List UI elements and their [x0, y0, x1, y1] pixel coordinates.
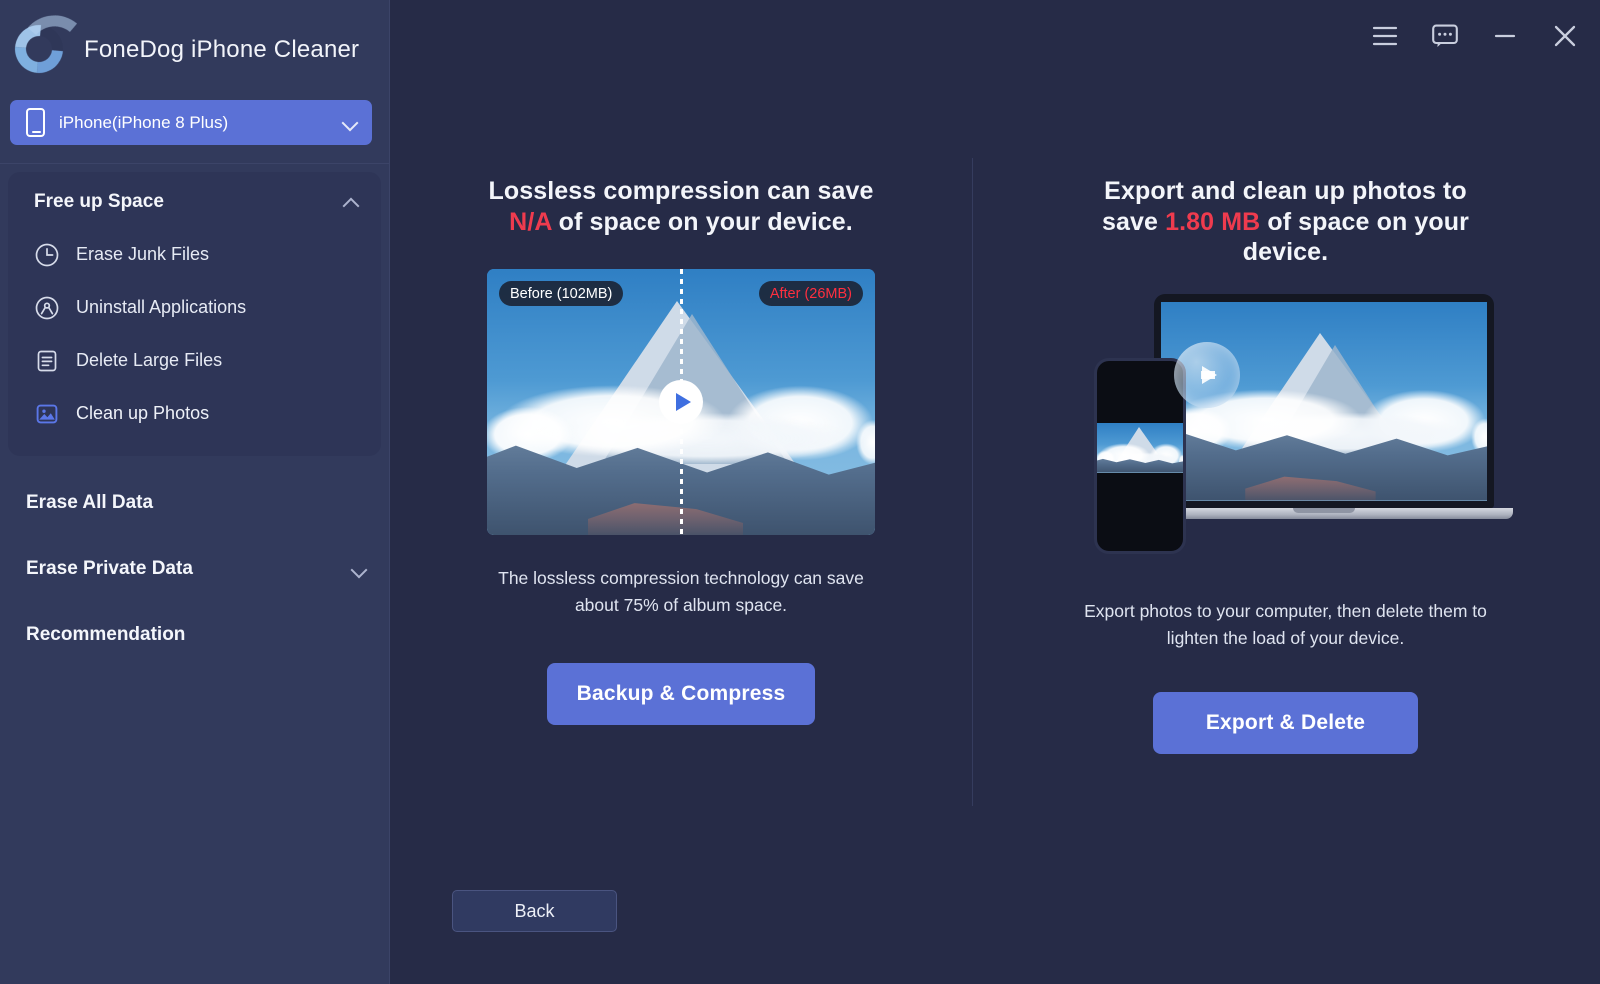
- sidebar-group-erase-all-data[interactable]: Erase All Data: [0, 470, 389, 536]
- sidebar: FoneDog iPhone Cleaner iPhone(iPhone 8 P…: [0, 0, 390, 984]
- panel-heading: Lossless compression can save N/A of spa…: [481, 176, 881, 237]
- sidebar-item-label: Erase Junk Files: [76, 244, 210, 264]
- sidebar-group-free-up-space: Free up Space Erase Junk Files Uninstall…: [8, 172, 381, 456]
- back-button[interactable]: Back: [452, 890, 617, 932]
- export-and-delete-button[interactable]: Export & Delete: [1153, 691, 1418, 754]
- panels-container: Lossless compression can save N/A of spa…: [390, 0, 1599, 860]
- sidebar-group-label: Erase Private Data: [26, 558, 193, 579]
- panel-heading-pre: Lossless compression can save: [488, 177, 874, 205]
- clock-icon: [34, 242, 60, 268]
- panel-heading-highlight: 1.80 MB: [1165, 207, 1261, 236]
- app-window: FoneDog iPhone Cleaner iPhone(iPhone 8 P…: [0, 0, 1600, 984]
- sidebar-item-label: Delete Large Files: [76, 350, 223, 370]
- fonedog-c-logo-icon: [5, 15, 73, 83]
- panel-description: The lossless compression technology can …: [498, 568, 864, 616]
- before-after-preview[interactable]: Before (102MB) After (26MB): [487, 269, 875, 535]
- panel-heading: Export and clean up photos to save 1.80 …: [1080, 176, 1492, 268]
- after-badge: After (26MB): [758, 281, 863, 306]
- sidebar-group-label: Recommendation: [26, 624, 186, 645]
- panel-heading-post: of space on your device.: [551, 207, 853, 236]
- sidebar-item-clean-up-photos[interactable]: Clean up Photos: [8, 387, 381, 440]
- sidebar-item-label: Clean up Photos: [76, 403, 210, 423]
- panel-export-and-clean: Export and clean up photos to save 1.80 …: [972, 0, 1599, 860]
- sidebar-group-header-free-up-space[interactable]: Free up Space: [8, 176, 381, 228]
- backup-and-compress-button[interactable]: Backup & Compress: [546, 663, 816, 726]
- document-lines-icon: [34, 348, 60, 374]
- device-selector[interactable]: iPhone(iPhone 8 Plus): [10, 100, 372, 145]
- app-title: FoneDog iPhone Cleaner: [84, 36, 360, 63]
- device-transfer-illustration: [1076, 288, 1513, 568]
- chevron-down-icon: [343, 115, 358, 130]
- sidebar-item-label: Uninstall Applications: [76, 297, 247, 317]
- sidebar-group-recommendation[interactable]: Recommendation: [0, 602, 389, 668]
- before-badge: Before (102MB): [499, 281, 624, 306]
- sidebar-divider: [0, 163, 389, 164]
- sidebar-group-label: Erase All Data: [26, 492, 154, 513]
- panel-description: Export photos to your computer, then del…: [1084, 600, 1487, 648]
- brand: FoneDog iPhone Cleaner: [0, 0, 389, 100]
- arrow-right-icon: [1173, 341, 1240, 408]
- panel-heading-post: of space on your device.: [1242, 207, 1469, 267]
- photo-icon: [34, 401, 60, 427]
- phone-illustration: [1093, 357, 1186, 554]
- sidebar-item-delete-large-files[interactable]: Delete Large Files: [8, 334, 381, 387]
- sidebar-item-erase-junk-files[interactable]: Erase Junk Files: [8, 228, 381, 281]
- play-icon[interactable]: [659, 380, 703, 424]
- main-content: Lossless compression can save N/A of spa…: [390, 0, 1600, 984]
- panel-heading-highlight: N/A: [509, 207, 552, 236]
- sidebar-group-erase-private-data[interactable]: Erase Private Data: [0, 536, 389, 602]
- chevron-down-icon[interactable]: [352, 562, 367, 577]
- panel-lossless-compression: Lossless compression can save N/A of spa…: [390, 0, 972, 860]
- device-selector-value: iPhone(iPhone 8 Plus): [59, 112, 229, 132]
- chevron-up-icon[interactable]: [344, 195, 359, 210]
- sidebar-item-uninstall-applications[interactable]: Uninstall Applications: [8, 281, 381, 334]
- app-uninstall-icon: [34, 295, 60, 321]
- sidebar-group-label: Free up Space: [34, 191, 164, 212]
- phone-icon: [26, 108, 45, 137]
